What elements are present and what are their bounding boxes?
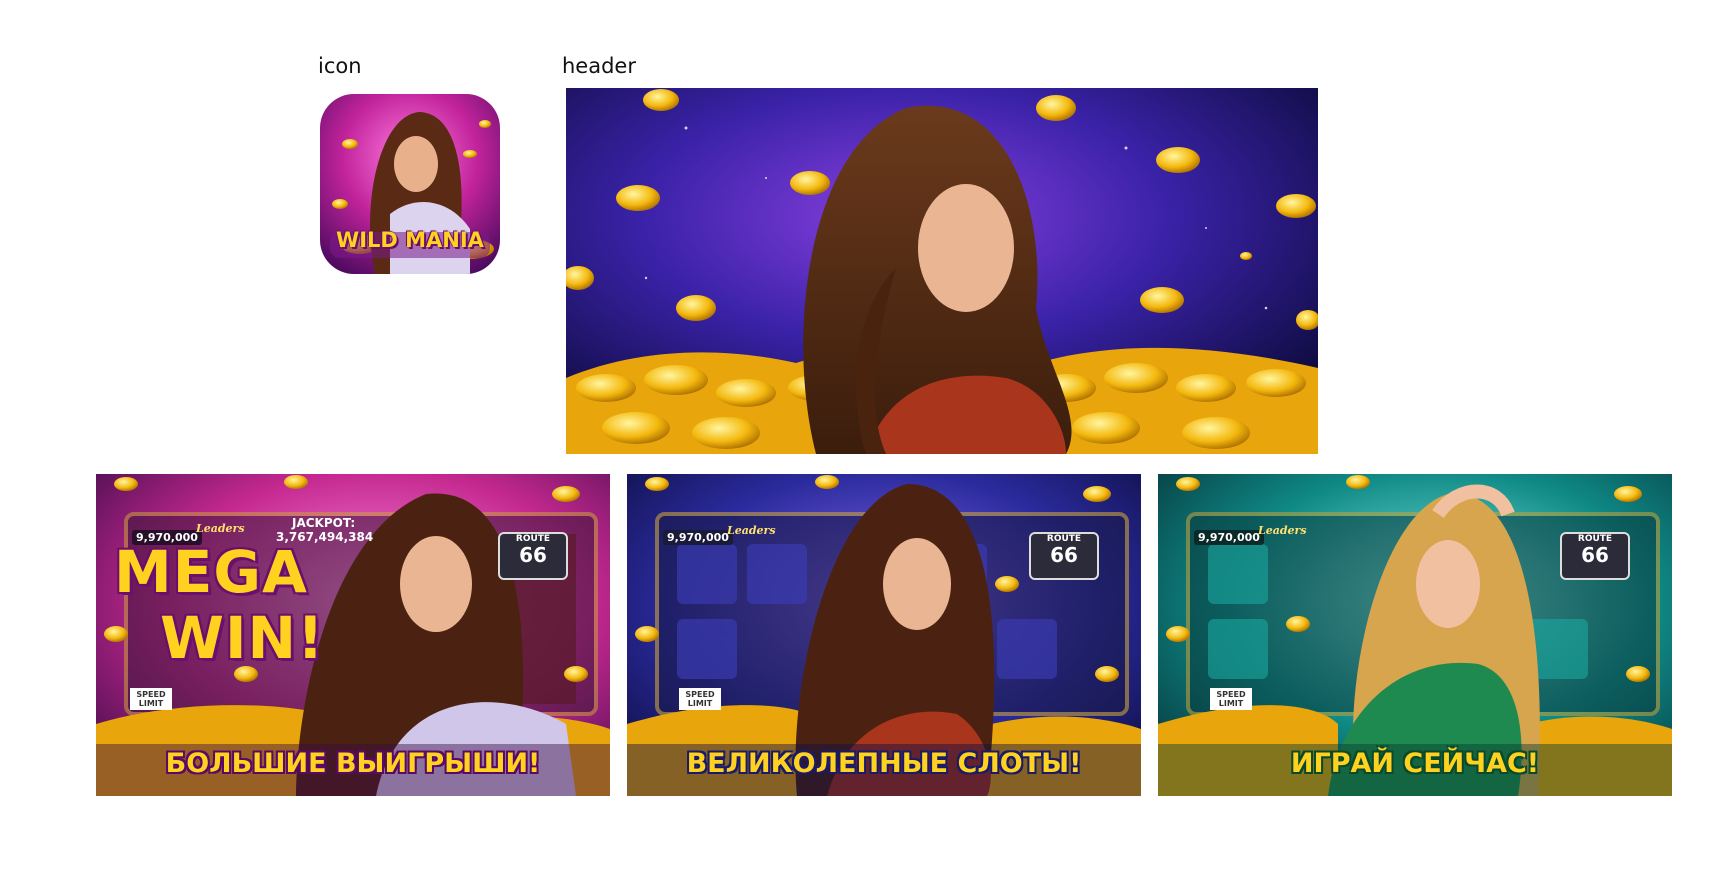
route-sign: ROUTE 66 [498, 532, 568, 580]
route-sign: ROUTE 66 [1029, 532, 1099, 580]
header-label: header [562, 54, 636, 78]
screenshot-3[interactable]: 9,970,000 Leaders ROUTE 66 SPEED LIMIT И… [1158, 474, 1672, 796]
slot-balance: 9,970,000 [663, 530, 733, 545]
speed-limit-sign: SPEED LIMIT [1210, 688, 1252, 710]
slot-leaders: Leaders [196, 522, 245, 535]
header-banner-artwork [566, 88, 1318, 454]
screenshot-1-slogan: БОЛЬШИЕ ВЫИГРЫШИ! [165, 748, 541, 779]
speed-limit-sign: SPEED LIMIT [679, 688, 721, 710]
route-number: 66 [1581, 543, 1609, 567]
app-icon-title: WILD MANIA [336, 228, 484, 252]
screenshot-1[interactable]: 9,970,000 Leaders JACKPOT: 3,767,494,384… [96, 474, 610, 796]
route-number: 66 [519, 543, 547, 567]
app-icon-image[interactable]: WILD MANIA [320, 94, 500, 274]
jackpot-label: JACKPOT: [292, 516, 356, 530]
headline-line1: MEGA [114, 538, 308, 606]
speed-limit-sign: SPEED LIMIT [130, 688, 172, 710]
route-sign: ROUTE 66 [1560, 532, 1630, 580]
screenshot-2-slogan: ВЕЛИКОЛЕПНЫЕ СЛОТЫ! [686, 748, 1082, 779]
icon-label: icon [318, 54, 362, 78]
slot-leaders: Leaders [727, 524, 776, 537]
screenshot-2[interactable]: 9,970,000 Leaders ROUTE 66 SPEED LIMIT В… [627, 474, 1141, 796]
route-number: 66 [1050, 543, 1078, 567]
slot-leaders: Leaders [1258, 524, 1307, 537]
headline-line2: WIN! [160, 604, 325, 672]
screenshot-3-slogan: ИГРАЙ СЕЙЧАС! [1290, 748, 1540, 779]
header-banner-image[interactable] [566, 88, 1318, 454]
slot-balance: 9,970,000 [1194, 530, 1264, 545]
